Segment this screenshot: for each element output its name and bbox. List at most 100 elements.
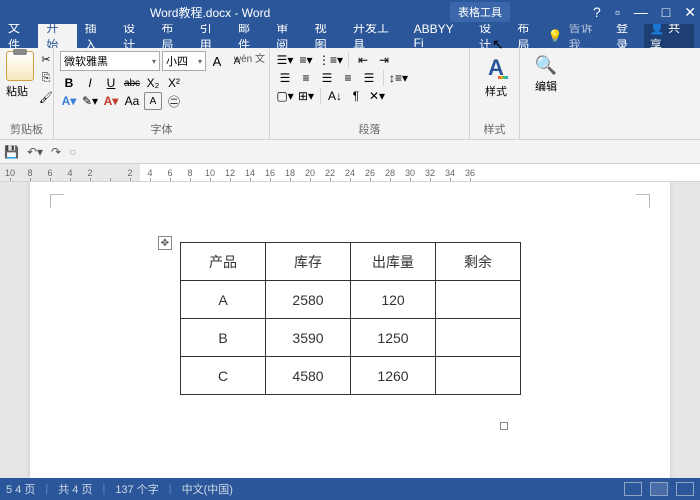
lightbulb-icon: 💡 — [548, 29, 563, 43]
decrease-indent-button[interactable]: ⇤ — [354, 51, 372, 69]
find-button[interactable]: 🔍 编辑 — [526, 51, 566, 94]
styles-button[interactable]: A 样式 — [476, 51, 516, 99]
minimize-icon[interactable]: — — [634, 4, 648, 21]
sort-button[interactable]: A↓ — [326, 87, 344, 105]
tab-view[interactable]: 视图 — [307, 24, 345, 48]
line-spacing-button[interactable]: ↕≡▾ — [389, 69, 408, 87]
copy-icon[interactable]: ⎘ — [38, 70, 54, 86]
group-font: 字体 — [60, 119, 263, 137]
borders-button[interactable]: ⊞▾ — [297, 87, 315, 105]
tab-insert[interactable]: 插入 — [77, 24, 115, 48]
asian-layout-button[interactable]: ✕▾ — [368, 87, 386, 105]
numbering-button[interactable]: ≡▾ — [297, 51, 315, 69]
superscript-button[interactable]: X² — [165, 74, 183, 92]
view-read-mode[interactable] — [624, 482, 642, 496]
margin-corner-tl — [50, 194, 64, 208]
undo-button[interactable]: ↶▾ — [27, 145, 43, 159]
table-move-handle[interactable]: ✥ — [158, 236, 172, 250]
status-word-count[interactable]: 137 个字 — [115, 481, 158, 497]
grow-font-icon[interactable]: A — [208, 52, 226, 70]
strikethrough-button[interactable]: abc — [123, 74, 141, 92]
table-row[interactable]: B35901250 — [181, 319, 521, 357]
help-icon[interactable]: ? — [593, 4, 601, 21]
font-size-combo[interactable]: 小四▾ — [162, 51, 206, 71]
distributed-button[interactable]: ☰ — [360, 69, 378, 87]
tab-file[interactable]: 文件 — [0, 24, 38, 48]
cut-icon[interactable]: ✂ — [38, 51, 54, 67]
change-case-button[interactable]: Aa — [123, 92, 141, 110]
paste-button[interactable]: 粘贴 — [6, 51, 34, 105]
format-painter-icon[interactable]: 🖌 — [38, 89, 54, 105]
tab-abbyy[interactable]: ABBYY Fi — [406, 24, 471, 48]
phonetic-guide-button[interactable]: wén 文 — [234, 50, 265, 65]
table-header[interactable]: 产品 — [181, 243, 266, 281]
bullets-button[interactable]: ☰▾ — [276, 51, 294, 69]
table-row[interactable]: A2580120 — [181, 281, 521, 319]
highlight-button[interactable]: ✎▾ — [81, 92, 99, 110]
tab-layout[interactable]: 布局 — [153, 24, 191, 48]
redo-button[interactable]: ↷ — [51, 145, 61, 159]
tab-developer[interactable]: 开发工具 — [345, 24, 406, 48]
table-cell[interactable] — [436, 319, 521, 357]
table-header[interactable]: 剩余 — [436, 243, 521, 281]
status-page[interactable]: 5 4 页 — [6, 481, 35, 497]
show-marks-button[interactable]: ¶ — [347, 87, 365, 105]
data-table[interactable]: 产品库存出库量剩余 A2580120B35901250C45801260 — [180, 242, 521, 395]
table-cell[interactable]: C — [181, 357, 266, 395]
displayopts-icon[interactable]: ▫ — [615, 4, 620, 21]
font-color-button[interactable]: A▾ — [102, 92, 120, 110]
group-clipboard: 剪贴板 — [6, 119, 47, 137]
table-cell[interactable]: B — [181, 319, 266, 357]
tab-review[interactable]: 审阅 — [268, 24, 306, 48]
text-effects-button[interactable]: A▾ — [60, 92, 78, 110]
margin-corner-tr — [636, 194, 650, 208]
close-icon[interactable]: ✕ — [684, 4, 696, 21]
align-left-button[interactable]: ☰ — [276, 69, 294, 87]
table-cell[interactable]: 120 — [351, 281, 436, 319]
bold-button[interactable]: B — [60, 74, 78, 92]
view-print-layout[interactable] — [650, 482, 668, 496]
status-language[interactable]: 中文(中国) — [182, 481, 233, 497]
table-cell[interactable]: 2580 — [266, 281, 351, 319]
table-resize-handle[interactable] — [500, 422, 508, 430]
table-cell[interactable] — [436, 281, 521, 319]
qat-more-icon[interactable]: ○ — [69, 145, 76, 159]
table-header[interactable]: 库存 — [266, 243, 351, 281]
maximize-icon[interactable]: □ — [662, 4, 670, 21]
table-tools-tab[interactable]: 表格工具 — [450, 2, 510, 22]
justify-button[interactable]: ≡ — [339, 69, 357, 87]
document-page[interactable]: ✥ 产品库存出库量剩余 A2580120B35901250C45801260 — [30, 182, 670, 478]
tab-table-design[interactable]: 设计 — [471, 24, 509, 48]
align-center-button[interactable]: ≡ — [297, 69, 315, 87]
table-header[interactable]: 出库量 — [351, 243, 436, 281]
tab-home[interactable]: 开始 — [38, 24, 76, 48]
save-icon[interactable]: 💾 — [4, 145, 19, 159]
table-row[interactable]: C45801260 — [181, 357, 521, 395]
table-cell[interactable]: 1250 — [351, 319, 436, 357]
status-total-pages: 共 4 页 — [58, 481, 92, 497]
align-right-button[interactable]: ☰ — [318, 69, 336, 87]
shading-button[interactable]: ▢▾ — [276, 87, 294, 105]
tab-design[interactable]: 设计 — [115, 24, 153, 48]
horizontal-ruler[interactable]: 10864224681012141618202224262830323436 — [0, 164, 700, 182]
underline-button[interactable]: U — [102, 74, 120, 92]
group-styles: 样式 — [476, 119, 513, 137]
tab-table-layout[interactable]: 布局 — [509, 24, 547, 48]
table-cell[interactable]: 1260 — [351, 357, 436, 395]
font-name-combo[interactable]: 微软雅黑▾ — [60, 51, 160, 71]
group-paragraph: 段落 — [276, 119, 463, 137]
enclose-char-button[interactable]: ㊁ — [165, 92, 183, 110]
tab-references[interactable]: 引用 — [192, 24, 230, 48]
italic-button[interactable]: I — [81, 74, 99, 92]
multilevel-button[interactable]: ⋮≡▾ — [318, 51, 343, 69]
table-cell[interactable]: 4580 — [266, 357, 351, 395]
table-cell[interactable] — [436, 357, 521, 395]
table-cell[interactable]: A — [181, 281, 266, 319]
increase-indent-button[interactable]: ⇥ — [375, 51, 393, 69]
doc-title: Word教程.docx - Word — [150, 4, 270, 21]
char-border-button[interactable]: A — [144, 92, 162, 110]
tab-mailings[interactable]: 邮件 — [230, 24, 268, 48]
subscript-button[interactable]: X₂ — [144, 74, 162, 92]
view-web-layout[interactable] — [676, 482, 694, 496]
table-cell[interactable]: 3590 — [266, 319, 351, 357]
